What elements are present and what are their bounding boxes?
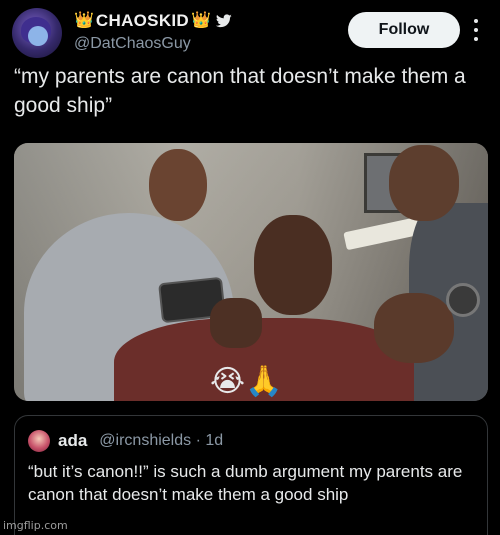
quoted-avatar[interactable] (28, 430, 50, 452)
media-person-right-head (389, 145, 459, 221)
media-person-center-head (254, 215, 332, 315)
media-hand (210, 298, 262, 348)
more-dot (474, 37, 478, 42)
author-handle[interactable]: @DatChaosGuy (74, 35, 191, 53)
crown-emoji-left: 👑 (74, 12, 94, 29)
quoted-author-name[interactable]: ada (58, 431, 87, 451)
quoted-tweet[interactable]: ada @ircnshields · 1d “but it’s canon!!”… (14, 415, 488, 535)
media-person-left-head (149, 149, 207, 221)
more-dot (474, 18, 478, 23)
author-name-row[interactable]: 👑 CHAOSKID 👑 (74, 10, 232, 32)
twitter-bird-icon (215, 14, 232, 28)
avatar-face (28, 26, 48, 46)
quoted-author-meta: @ircnshields · 1d (99, 432, 224, 449)
media-emoji-overlay: 😭🙏 (210, 365, 283, 398)
tweet-text: “my parents are canon that doesn’t make … (14, 65, 466, 117)
tweet-media-image[interactable]: 😭🙏 (14, 143, 488, 401)
follow-button[interactable]: Follow (348, 12, 460, 48)
more-dot (474, 27, 478, 32)
crown-emoji-right: 👑 (191, 12, 211, 29)
media-watch (446, 283, 480, 317)
author-avatar[interactable] (12, 8, 62, 58)
more-options-icon[interactable] (470, 16, 482, 44)
media-hand-right (374, 293, 454, 363)
quoted-tweet-header: ada @ircnshields · 1d (28, 429, 223, 453)
author-display-name[interactable]: CHAOSKID (96, 11, 189, 31)
quoted-tweet-text: “but it’s canon!!” is such a dumb argume… (28, 462, 463, 504)
imgflip-watermark: imgflip.com (3, 519, 68, 532)
tweet-header: 👑 CHAOSKID 👑 @DatChaosGuy Follow (12, 8, 488, 58)
